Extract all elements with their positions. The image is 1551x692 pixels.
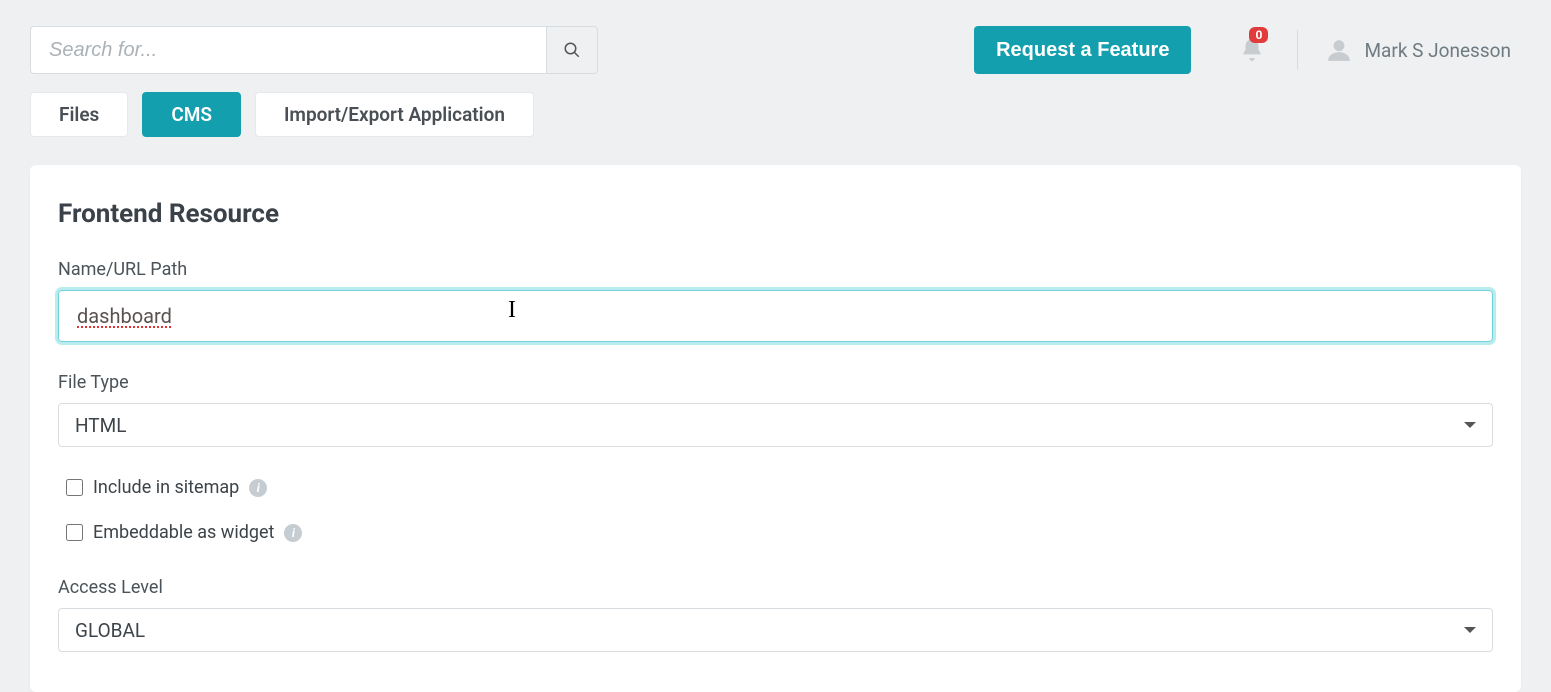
include-sitemap-checkbox[interactable]	[66, 479, 83, 496]
main-panel: Frontend Resource Name/URL Path I File T…	[30, 165, 1521, 692]
tab-files[interactable]: Files	[30, 92, 128, 137]
info-icon[interactable]: i	[284, 524, 302, 542]
avatar-icon	[1326, 37, 1352, 63]
notification-badge: 0	[1249, 27, 1268, 43]
header-divider	[1297, 30, 1298, 70]
embeddable-widget-label: Embeddable as widget	[93, 522, 274, 543]
file-type-value: HTML	[75, 414, 126, 437]
tabs: Files CMS Import/Export Application	[0, 80, 1551, 165]
tab-import-export[interactable]: Import/Export Application	[255, 92, 534, 137]
user-menu[interactable]: Mark S Jonesson	[1326, 37, 1511, 63]
notifications-button[interactable]: 0	[1239, 37, 1265, 63]
file-type-select[interactable]: HTML	[58, 403, 1493, 447]
embeddable-widget-checkbox[interactable]	[66, 524, 83, 541]
info-icon[interactable]: i	[249, 479, 267, 497]
access-level-select[interactable]: GLOBAL	[58, 608, 1493, 652]
tab-cms[interactable]: CMS	[142, 92, 241, 137]
request-feature-button[interactable]: Request a Feature	[974, 26, 1191, 74]
access-level-value: GLOBAL	[75, 619, 145, 642]
search-input[interactable]	[30, 26, 546, 74]
name-url-path-label: Name/URL Path	[58, 259, 1493, 280]
chevron-down-icon	[1464, 422, 1476, 428]
search-icon	[563, 41, 581, 59]
page-title: Frontend Resource	[58, 199, 1493, 229]
access-level-label: Access Level	[58, 577, 1493, 598]
include-sitemap-label: Include in sitemap	[93, 477, 239, 498]
search-button[interactable]	[546, 26, 598, 74]
file-type-label: File Type	[58, 372, 1493, 393]
search-group	[30, 26, 598, 74]
chevron-down-icon	[1464, 627, 1476, 633]
user-name-label: Mark S Jonesson	[1364, 39, 1511, 62]
name-url-path-input[interactable]	[58, 290, 1493, 342]
